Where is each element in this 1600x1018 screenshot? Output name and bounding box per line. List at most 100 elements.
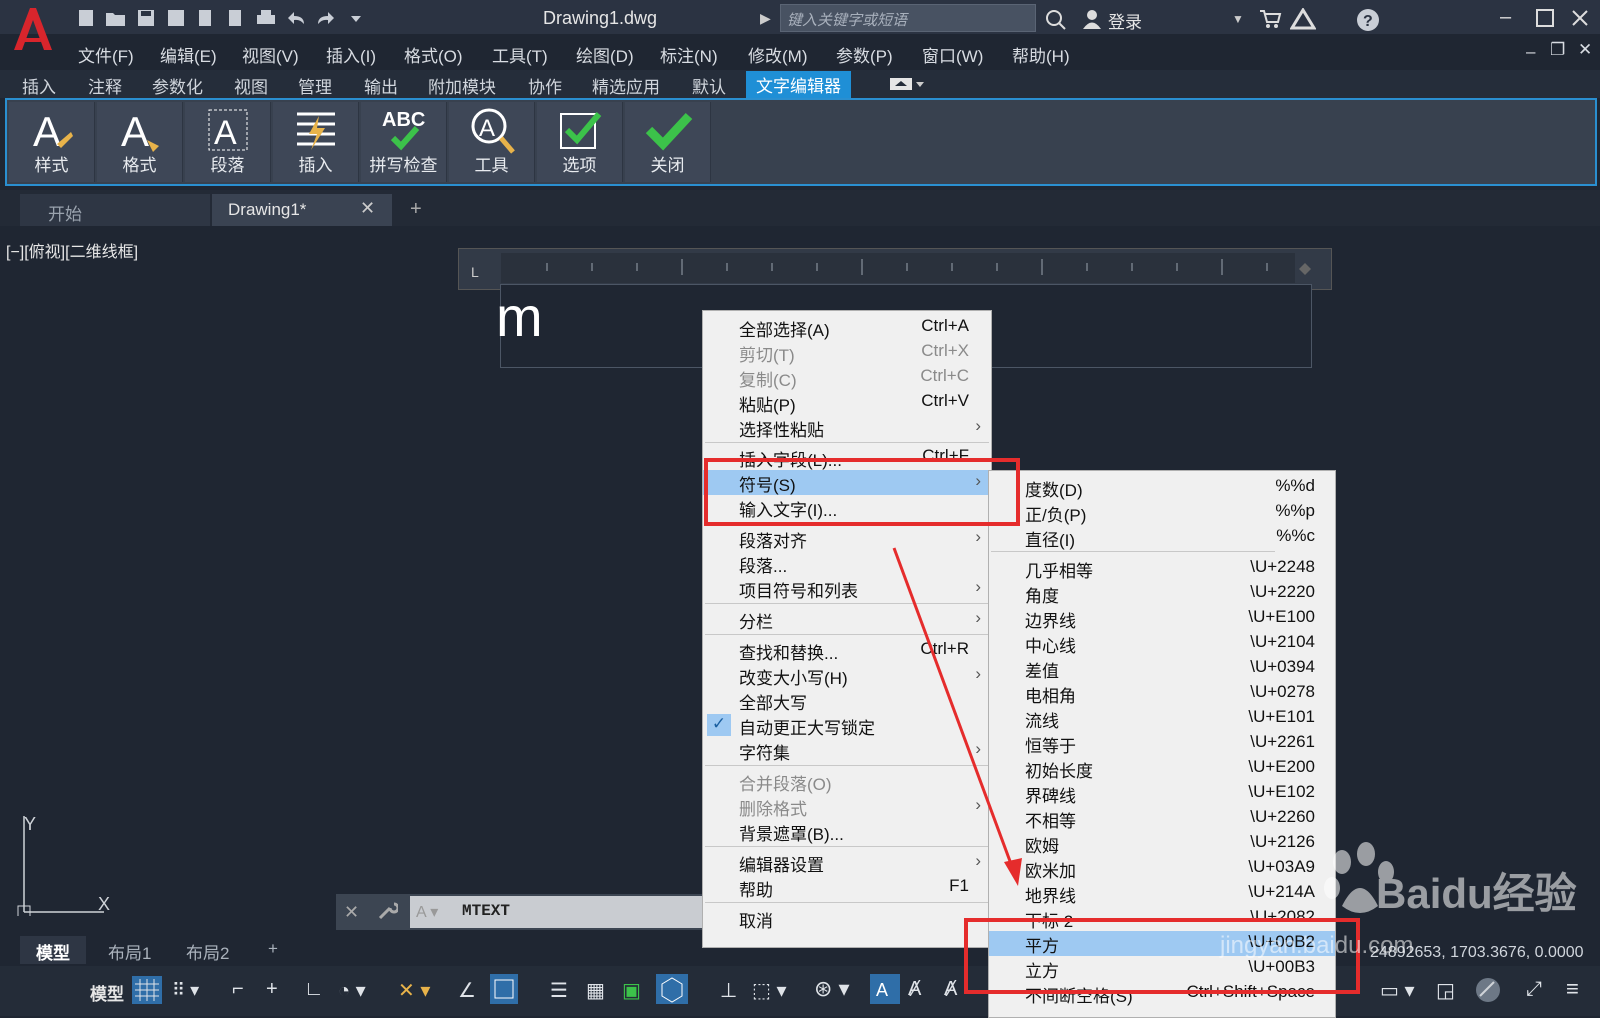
tab-default[interactable]: 默认 [692,73,726,98]
infer-constraints-icon[interactable]: + [266,978,278,1001]
save-icon[interactable] [134,7,158,29]
spell-check-button[interactable]: ABC 拼写检查 [361,102,447,182]
tab-text-editor[interactable]: 文字编辑器 [746,71,851,98]
3d-osnap-icon[interactable]: ▦ [586,978,605,1003]
menu-paste-special[interactable]: 选择性粘贴 › [703,415,991,440]
autoscale-icon[interactable]: Ⱥ [908,978,921,1001]
model-space-button[interactable]: 模型 [90,980,124,1005]
symbol-item[interactable]: 欧米加 \U+03A9 [989,856,1335,881]
tab-parametric[interactable]: 参数化 [152,73,203,98]
annotation-scale-icon[interactable]: A [870,974,900,1009]
tab-annotate[interactable]: 注释 [88,73,122,98]
clean-screen-icon[interactable] [1474,976,1502,1009]
selection-cycling-icon[interactable]: ☰ [550,978,568,1003]
import-icon[interactable] [224,7,248,29]
insert-button[interactable]: 插入 [273,102,359,182]
symbol-item[interactable]: 边界线 \U+E100 [989,606,1335,631]
grid-icon[interactable] [132,976,162,1009]
add-layout-button[interactable]: + [252,936,294,964]
close-cmdline-icon[interactable]: ✕ [344,902,359,923]
style-button[interactable]: A 样式 [9,102,95,182]
annotation-visibility-icon[interactable]: ⬚ ▾ [752,978,787,1003]
annotation-icon[interactable]: Ⱥ [944,978,957,1001]
symbol-item[interactable]: 界碑线 \U+E102 [989,781,1335,806]
search-input[interactable]: 键入关键字或短语 [780,4,1036,32]
symbol-item[interactable]: 直径(I) %%c [989,525,1335,550]
tab-layout2[interactable]: 布局2 [170,936,245,964]
paragraph-button[interactable]: A 段落 [185,102,271,182]
doc-minimize-icon[interactable]: – [1526,42,1535,62]
symbol-item[interactable]: 流线 \U+E101 [989,706,1335,731]
menu-draw[interactable]: 绘图(D) [576,42,634,67]
login-link[interactable]: 登录 [1108,8,1142,33]
polar-tracking-icon[interactable]: ◔ ▾ [338,978,366,1003]
mtext-content[interactable]: m [496,284,543,349]
menu-insert[interactable]: 插入(I) [326,42,376,67]
tab-addins[interactable]: 附加模块 [428,73,496,98]
user-icon[interactable] [1080,8,1104,35]
symbol-item[interactable]: 地界线 \U+214A [989,881,1335,906]
login-dropdown-icon[interactable]: ▼ [1232,12,1244,26]
tab-collaborate[interactable]: 协作 [528,73,562,98]
new-tab-button[interactable]: + [410,198,422,221]
menu-view[interactable]: 视图(V) [242,42,299,67]
menu-cut[interactable]: 剪切(T) Ctrl+X [703,340,991,365]
customize-dropdown-icon[interactable] [344,7,368,29]
tools-button[interactable]: A 工具 [449,102,535,182]
maximize-window-icon[interactable] [1535,8,1555,33]
minimize-window-icon[interactable]: – [1500,6,1511,29]
symbol-item[interactable]: 正/负(P) %%p [989,500,1335,525]
symbol-item[interactable]: 差值 \U+0394 [989,656,1335,681]
autodesk-app-icon[interactable] [1289,7,1317,35]
menu-modify[interactable]: 修改(M) [748,42,807,67]
menu-copy[interactable]: 复制(C) Ctrl+C [703,365,991,390]
transparency-icon[interactable] [490,974,530,1009]
viewport-controls[interactable]: [−][俯视][二维线框] [6,238,138,262]
symbol-item[interactable]: 角度 \U+2220 [989,581,1335,606]
selection-filter-icon[interactable] [656,974,704,1009]
customization-menu-icon[interactable]: ≡ [1566,976,1579,1002]
tab-featured-apps[interactable]: 精选应用 [592,73,660,98]
menu-edit[interactable]: 编辑(E) [160,42,217,67]
help-icon[interactable]: ? [1356,8,1380,37]
format-button[interactable]: A 格式 [97,102,183,182]
object-snap-tracking-icon[interactable]: ✕ ▾ [398,978,430,1003]
tab-output[interactable]: 输出 [364,73,398,98]
close-window-icon[interactable] [1570,8,1590,33]
print-icon[interactable] [254,7,278,29]
menu-tools[interactable]: 工具(T) [492,42,548,67]
command-input[interactable]: MTEXT [410,896,714,928]
undo-icon[interactable] [284,7,308,29]
symbol-item[interactable]: 初始长度 \U+E200 [989,756,1335,781]
symbol-item[interactable]: 恒等于 \U+2261 [989,731,1335,756]
tab-start[interactable]: 开始 [20,194,210,226]
menu-file[interactable]: 文件(F) [78,42,134,67]
isometric-icon[interactable]: ∟ [304,978,324,1001]
ortho-icon[interactable]: ⌐ [232,978,244,1001]
doc-close-icon[interactable]: ✕ [1578,40,1592,60]
fullscreen-icon[interactable]: ⤢ [1526,978,1542,1001]
menu-dimension[interactable]: 标注(N) [660,42,718,67]
close-tab-icon[interactable]: ✕ [360,198,375,219]
symbol-item[interactable]: 度数(D) %%d [989,475,1335,500]
search-icon[interactable] [1044,8,1068,37]
gizmo-icon[interactable]: ⊥ [720,978,737,1003]
tab-manage[interactable]: 管理 [298,73,332,98]
symbol-item[interactable]: 电相角 \U+0278 [989,681,1335,706]
redo-icon[interactable] [314,7,338,29]
options-button[interactable]: 选项 [537,102,623,182]
lineweight-icon[interactable]: ∠ [458,978,476,1003]
tab-insert[interactable]: 插入 [22,73,56,98]
doc-restore-icon[interactable]: ❐ [1550,40,1565,60]
symbol-item[interactable]: 不相等 \U+2260 [989,806,1335,831]
menu-window[interactable]: 窗口(W) [922,42,983,67]
command-prompt-icon[interactable]: A ▾ [416,902,438,922]
menu-cancel[interactable]: 取消 [703,906,991,931]
symbol-item[interactable]: 中心线 \U+2104 [989,631,1335,656]
tab-layout1[interactable]: 布局1 [92,936,167,964]
symbol-item[interactable]: 几乎相等 \U+2248 [989,556,1335,581]
new-file-icon[interactable] [74,7,98,29]
menu-help[interactable]: 帮助(H) [1012,42,1070,67]
menu-paste[interactable]: 粘贴(P) Ctrl+V [703,390,991,415]
menu-select-all[interactable]: 全部选择(A) Ctrl+A [703,315,991,340]
